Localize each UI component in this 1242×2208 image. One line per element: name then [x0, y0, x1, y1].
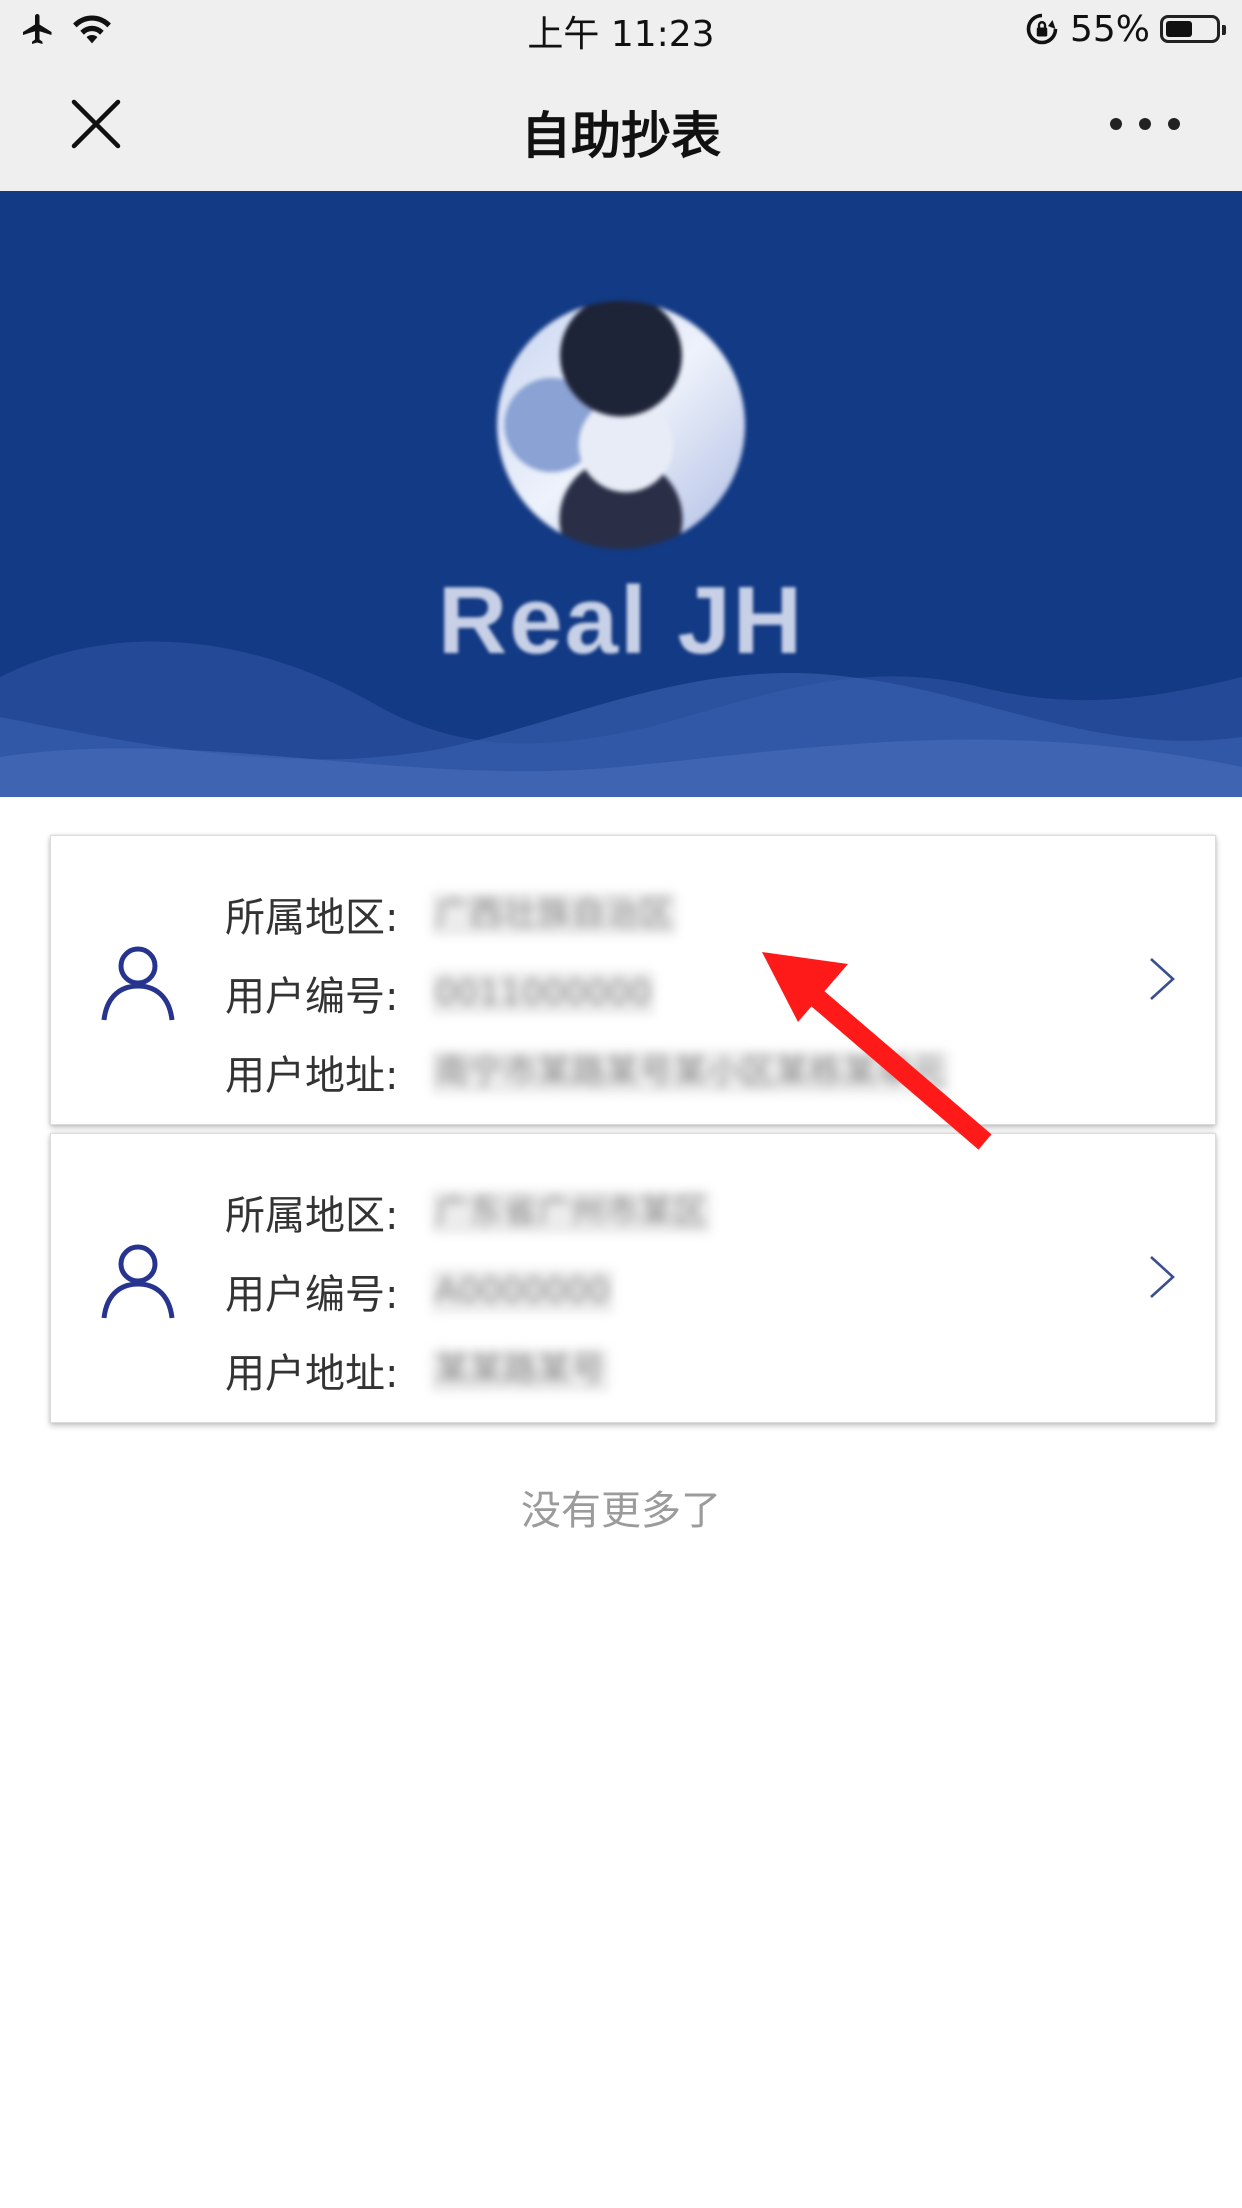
region-value: 广东省广州市某区	[431, 1189, 711, 1234]
user-id-value: 0011000000	[431, 970, 656, 1015]
account-card[interactable]: 所属地区: 广西壮族自治区 用户编号: 0011000000 用户地址: 南宁市…	[50, 835, 1216, 1125]
nav-bar: 自助抄表	[0, 58, 1242, 191]
region-row: 所属地区: 广西壮族自治区	[225, 874, 949, 953]
avatar[interactable]	[497, 301, 745, 549]
user-id-row: 用户编号: 0011000000	[225, 953, 949, 1032]
no-more-text: 没有更多了	[521, 1488, 721, 1534]
user-id-value: A0000000	[431, 1268, 614, 1313]
user-icon	[101, 1244, 175, 1319]
more-icon[interactable]	[1110, 114, 1180, 134]
user-id-label: 用户编号:	[225, 1271, 399, 1318]
address-value: 某某路某号	[431, 1347, 609, 1392]
user-icon	[101, 946, 175, 1021]
account-details: 所属地区: 广东省广州市某区 用户编号: A0000000 用户地址: 某某路某…	[225, 1172, 711, 1409]
rotation-lock-icon	[1026, 13, 1058, 45]
profile-banner: Real JH	[0, 191, 1242, 797]
region-value: 广西壮族自治区	[431, 891, 677, 936]
battery-icon	[1160, 15, 1226, 43]
battery-percent: 55%	[1069, 8, 1150, 50]
address-label: 用户地址:	[225, 1350, 399, 1397]
region-label: 所属地区:	[225, 1192, 399, 1239]
address-row: 用户地址: 南宁市某路某号某小区某栋某单元	[225, 1032, 949, 1111]
region-label: 所属地区:	[225, 894, 399, 941]
user-id-label: 用户编号:	[225, 973, 399, 1020]
page-title: 自助抄表	[521, 107, 721, 165]
status-bar: 上午 11:23 55%	[0, 0, 1242, 58]
address-label: 用户地址:	[225, 1052, 399, 1099]
address-row: 用户地址: 某某路某号	[225, 1330, 711, 1409]
region-row: 所属地区: 广东省广州市某区	[225, 1172, 711, 1251]
status-right: 55%	[1024, 6, 1226, 52]
user-id-row: 用户编号: A0000000	[225, 1251, 711, 1330]
account-details: 所属地区: 广西壮族自治区 用户编号: 0011000000 用户地址: 南宁市…	[225, 874, 949, 1111]
account-card[interactable]: 所属地区: 广东省广州市某区 用户编号: A0000000 用户地址: 某某路某…	[50, 1133, 1216, 1423]
chevron-right-icon	[1150, 958, 1175, 1000]
chevron-right-icon	[1150, 1256, 1175, 1298]
battery-level	[1166, 21, 1193, 37]
username: Real JH	[437, 567, 805, 674]
address-value: 南宁市某路某号某小区某栋某单元	[431, 1049, 949, 1094]
